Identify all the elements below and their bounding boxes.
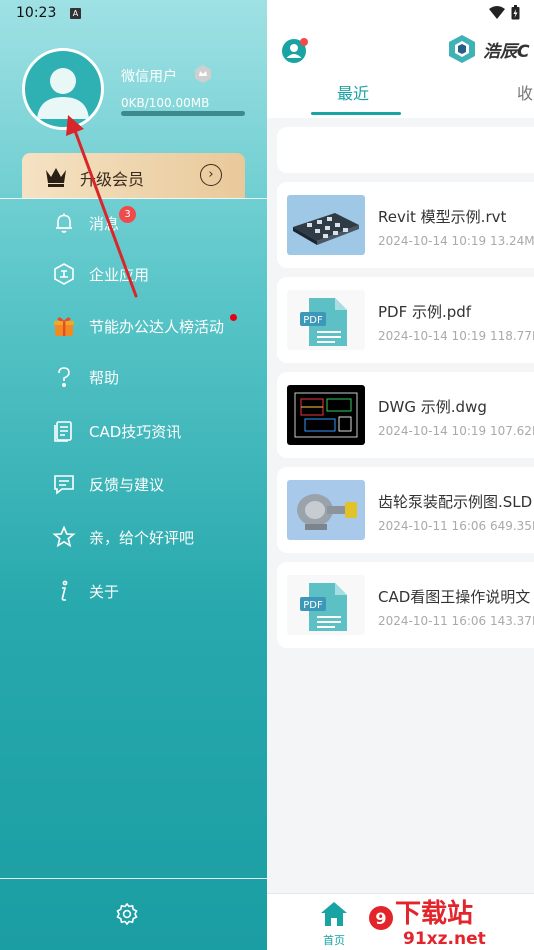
status-time: 10:23 — [16, 5, 57, 21]
file-meta: 2024-10-11 16:06 143.37K — [378, 614, 534, 628]
help-icon — [58, 367, 70, 387]
side-drawer: 10:23 A 微信用户 0KB/100.00MB 升级会员 › 消息 3 企业… — [0, 0, 267, 950]
menu-label: 帮助 — [89, 369, 120, 387]
menu-item-enterprise-apps[interactable]: 企业应用 — [0, 253, 267, 295]
username[interactable]: 微信用户 — [121, 66, 177, 86]
home-icon — [321, 902, 347, 926]
pdf-file-icon: PDF — [300, 298, 347, 346]
file-card-pdf[interactable]: PDF PDF 示例.pdf 2024-10-14 10:19 118.77K — [277, 277, 534, 363]
info-icon — [61, 580, 68, 601]
svg-text:PDF: PDF — [303, 315, 323, 326]
main-panel: 浩辰C 最近 收 Revit 模型示例.rvt 2024-10-14 10:19… — [267, 0, 534, 950]
menu-item-energy-campaign[interactable]: 节能办公达人榜活动 — [0, 305, 267, 347]
site-watermark-logo: 9 下载站 91xz.net — [369, 899, 486, 949]
file-name: 齿轮泵装配示例图.SLD — [378, 493, 533, 511]
menu-label: 节能办公达人榜活动 — [89, 318, 225, 336]
nav-home-label: 首页 — [323, 934, 345, 947]
file-thumbnail: PDF — [287, 575, 365, 635]
brand-logo-icon — [449, 35, 475, 63]
bell-icon — [56, 213, 72, 233]
file-card-revit[interactable]: Revit 模型示例.rvt 2024-10-14 10:19 13.24MB — [277, 182, 534, 268]
file-card-manual[interactable]: PDF CAD看图王操作说明文 2024-10-11 16:06 143.37K — [277, 562, 534, 648]
file-meta: 2024-10-11 16:06 649.35K — [378, 519, 534, 533]
watermark-text: 下载站 — [395, 899, 473, 929]
new-dot — [230, 314, 237, 321]
file-thumbnail — [287, 385, 365, 445]
feedback-icon — [54, 475, 74, 495]
search-card[interactable] — [277, 127, 534, 173]
storage-bar — [121, 111, 245, 116]
default-avatar-icon — [37, 68, 89, 119]
vip-badge-icon — [195, 65, 211, 83]
file-card-dwg[interactable]: DWG 示例.dwg 2024-10-14 10:19 107.62K — [277, 372, 534, 458]
avatar[interactable] — [22, 48, 104, 130]
dwg-drawing-icon — [294, 392, 358, 438]
menu-item-feedback[interactable]: 反馈与建议 — [0, 463, 267, 505]
divider — [0, 198, 267, 199]
file-meta: 2024-10-14 10:19 118.77K — [378, 329, 534, 343]
file-card-sld[interactable]: 齿轮泵装配示例图.SLD 2024-10-11 16:06 649.35K — [277, 467, 534, 553]
tab-indicator — [311, 112, 401, 115]
file-thumbnail: PDF — [287, 290, 365, 350]
crown-icon — [46, 168, 66, 187]
enterprise-icon — [54, 263, 74, 285]
brand-logo: 浩辰C — [447, 34, 529, 64]
menu-label: 反馈与建议 — [89, 476, 165, 494]
settings-gear-icon[interactable] — [115, 902, 139, 926]
upgrade-vip-button[interactable]: 升级会员 › — [22, 153, 245, 198]
file-name: Revit 模型示例.rvt — [378, 208, 507, 226]
menu-item-messages[interactable]: 消息 3 — [0, 202, 267, 244]
star-icon — [52, 525, 76, 548]
menu-item-cad-tips[interactable]: CAD技巧资讯 — [0, 410, 267, 452]
watermark-url: 91xz.net — [403, 929, 486, 949]
unread-badge: 3 — [119, 206, 136, 223]
menu-label: 消息 — [89, 215, 120, 233]
menu-item-rate-us[interactable]: 亲，给个好评吧 — [0, 516, 267, 558]
tab-recent[interactable]: 最近 — [337, 80, 369, 104]
battery-icon — [511, 5, 520, 20]
nav-home-button[interactable] — [319, 900, 349, 932]
pdf-file-icon: PDF — [300, 583, 347, 631]
gear-pump-model-icon — [297, 494, 357, 530]
brand-name: 浩辰C — [483, 41, 530, 62]
storage-usage: 0KB/100.00MB — [121, 96, 210, 110]
tab-favorites[interactable]: 收 — [517, 80, 533, 104]
menu-label: 亲，给个好评吧 — [89, 529, 195, 547]
gift-icon — [54, 317, 74, 336]
chevron-right-icon: › — [200, 164, 222, 186]
svg-text:PDF: PDF — [303, 600, 323, 611]
menu-label: 关于 — [89, 583, 120, 601]
menu-label: CAD技巧资讯 — [89, 423, 182, 441]
menu-item-help[interactable]: 帮助 — [0, 356, 267, 398]
file-meta: 2024-10-14 10:19 107.62K — [378, 424, 534, 438]
file-thumbnail — [287, 480, 365, 540]
upgrade-label: 升级会员 — [80, 170, 145, 189]
menu-label: 企业应用 — [89, 266, 150, 284]
document-icon — [54, 421, 72, 442]
file-name: DWG 示例.dwg — [378, 398, 487, 416]
top-bar: 浩辰C 最近 收 — [267, 0, 534, 118]
file-thumbnail — [287, 195, 365, 255]
user-profile-icon[interactable] — [281, 36, 309, 64]
divider — [0, 878, 267, 879]
svg-text:9: 9 — [375, 909, 386, 928]
file-name: PDF 示例.pdf — [378, 303, 472, 321]
file-name: CAD看图王操作说明文 — [378, 588, 531, 606]
wifi-icon — [489, 6, 505, 19]
status-notification-icon: A — [70, 8, 81, 19]
revit-model-icon — [293, 213, 359, 245]
menu-item-about[interactable]: 关于 — [0, 570, 267, 612]
status-icons — [489, 5, 520, 20]
file-meta: 2024-10-14 10:19 13.24MB — [378, 234, 534, 248]
